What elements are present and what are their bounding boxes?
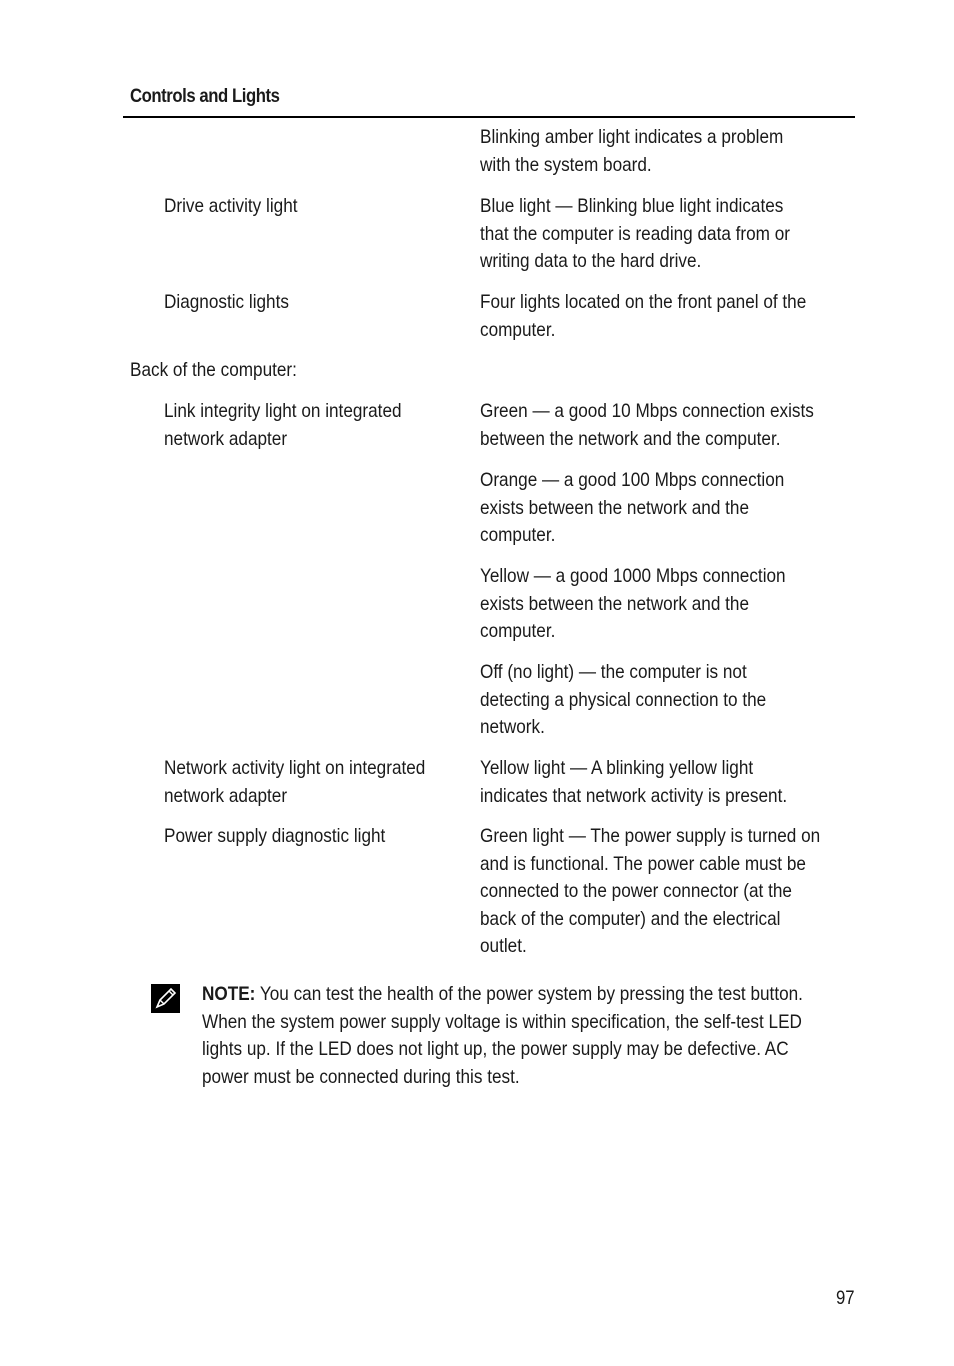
desc-line: with the system board. [480,153,652,176]
desc-line: Four lights located on the front panel o… [480,291,807,313]
row-label: Drive activity light [164,195,298,217]
row-description: Green light — The power supply is turned… [480,823,820,961]
desc-line: network. [480,716,545,738]
desc-line: Orange — a good 100 Mbps connection [480,469,785,491]
desc-line: computer. [480,524,556,546]
section-subtitle: Back of the computer: [130,359,297,381]
row-label: Network activity light on integrated net… [164,755,425,810]
row-label: Diagnostic lights [164,291,289,313]
desc-line: connected to the power connector (at the [480,880,792,902]
note-line: When the system power supply voltage is … [202,1010,802,1033]
desc-line: writing data to the hard drive. [480,250,702,272]
note-label: NOTE: [202,983,256,1005]
desc-line: that the computer is reading data from o… [480,222,791,245]
note-line: NOTE: You can test the health of the pow… [202,981,803,1009]
page-number: 97 [836,1288,855,1309]
section-header: Controls and Lights [130,86,280,107]
note-line-text: You can test the health of the power sys… [255,983,803,1005]
row-description: Blinking amber light indicates a problem… [480,124,783,179]
desc-line: Green light — The power supply is turned… [480,825,821,847]
desc-line: computer. [480,620,556,642]
row-label: Link integrity light on integrated netwo… [164,398,402,453]
row-label: Power supply diagnostic light [164,823,385,851]
row-description: Yellow — a good 1000 Mbps connection exi… [480,563,786,646]
desc-line: exists between the network and the [480,496,750,519]
note-line: lights up. If the LED does not light up,… [202,1038,789,1060]
row-description: Green — a good 10 Mbps connection exists… [480,398,814,453]
label-line: Power supply diagnostic light [164,825,386,847]
desc-line: and is functional. The power cable must … [480,852,806,875]
note-text: NOTE: You can test the health of the pow… [202,981,803,1091]
label-line: network adapter [164,427,288,450]
row-description: Off (no light) — the computer is not det… [480,659,766,742]
pencil-note-icon [151,984,180,1013]
label-line: Network activity light on integrated [164,757,426,779]
row-description: Four lights located on the front panel o… [480,289,806,344]
row-description: Yellow light — A blinking yellow light i… [480,755,787,810]
row-description: Blue light — Blinking blue light indicat… [480,193,790,276]
desc-line: Blue light — Blinking blue light indicat… [480,195,784,217]
desc-line: between the network and the computer. [480,427,781,450]
header-rule [123,116,855,118]
desc-line: exists between the network and the [480,592,750,615]
desc-line: indicates that network activity is prese… [480,784,788,807]
note-line: power must be connected during this test… [202,1065,520,1088]
label-line: Link integrity light on integrated [164,400,402,422]
desc-line: Yellow light — A blinking yellow light [480,757,754,779]
desc-line: Blinking amber light indicates a problem [480,126,784,148]
row-description: Orange — a good 100 Mbps connection exis… [480,467,784,550]
desc-line: Green — a good 10 Mbps connection exists [480,400,814,422]
desc-line: computer. [480,318,556,341]
label-line: network adapter [164,784,288,807]
desc-line: Off (no light) — the computer is not [480,661,747,683]
desc-line: back of the computer) and the electrical [480,907,781,930]
document-page: Controls and Lights Blinking amber light… [0,0,954,1366]
desc-line: detecting a physical connection to the [480,688,767,711]
desc-line: Yellow — a good 1000 Mbps connection [480,565,786,587]
desc-line: outlet. [480,935,527,957]
